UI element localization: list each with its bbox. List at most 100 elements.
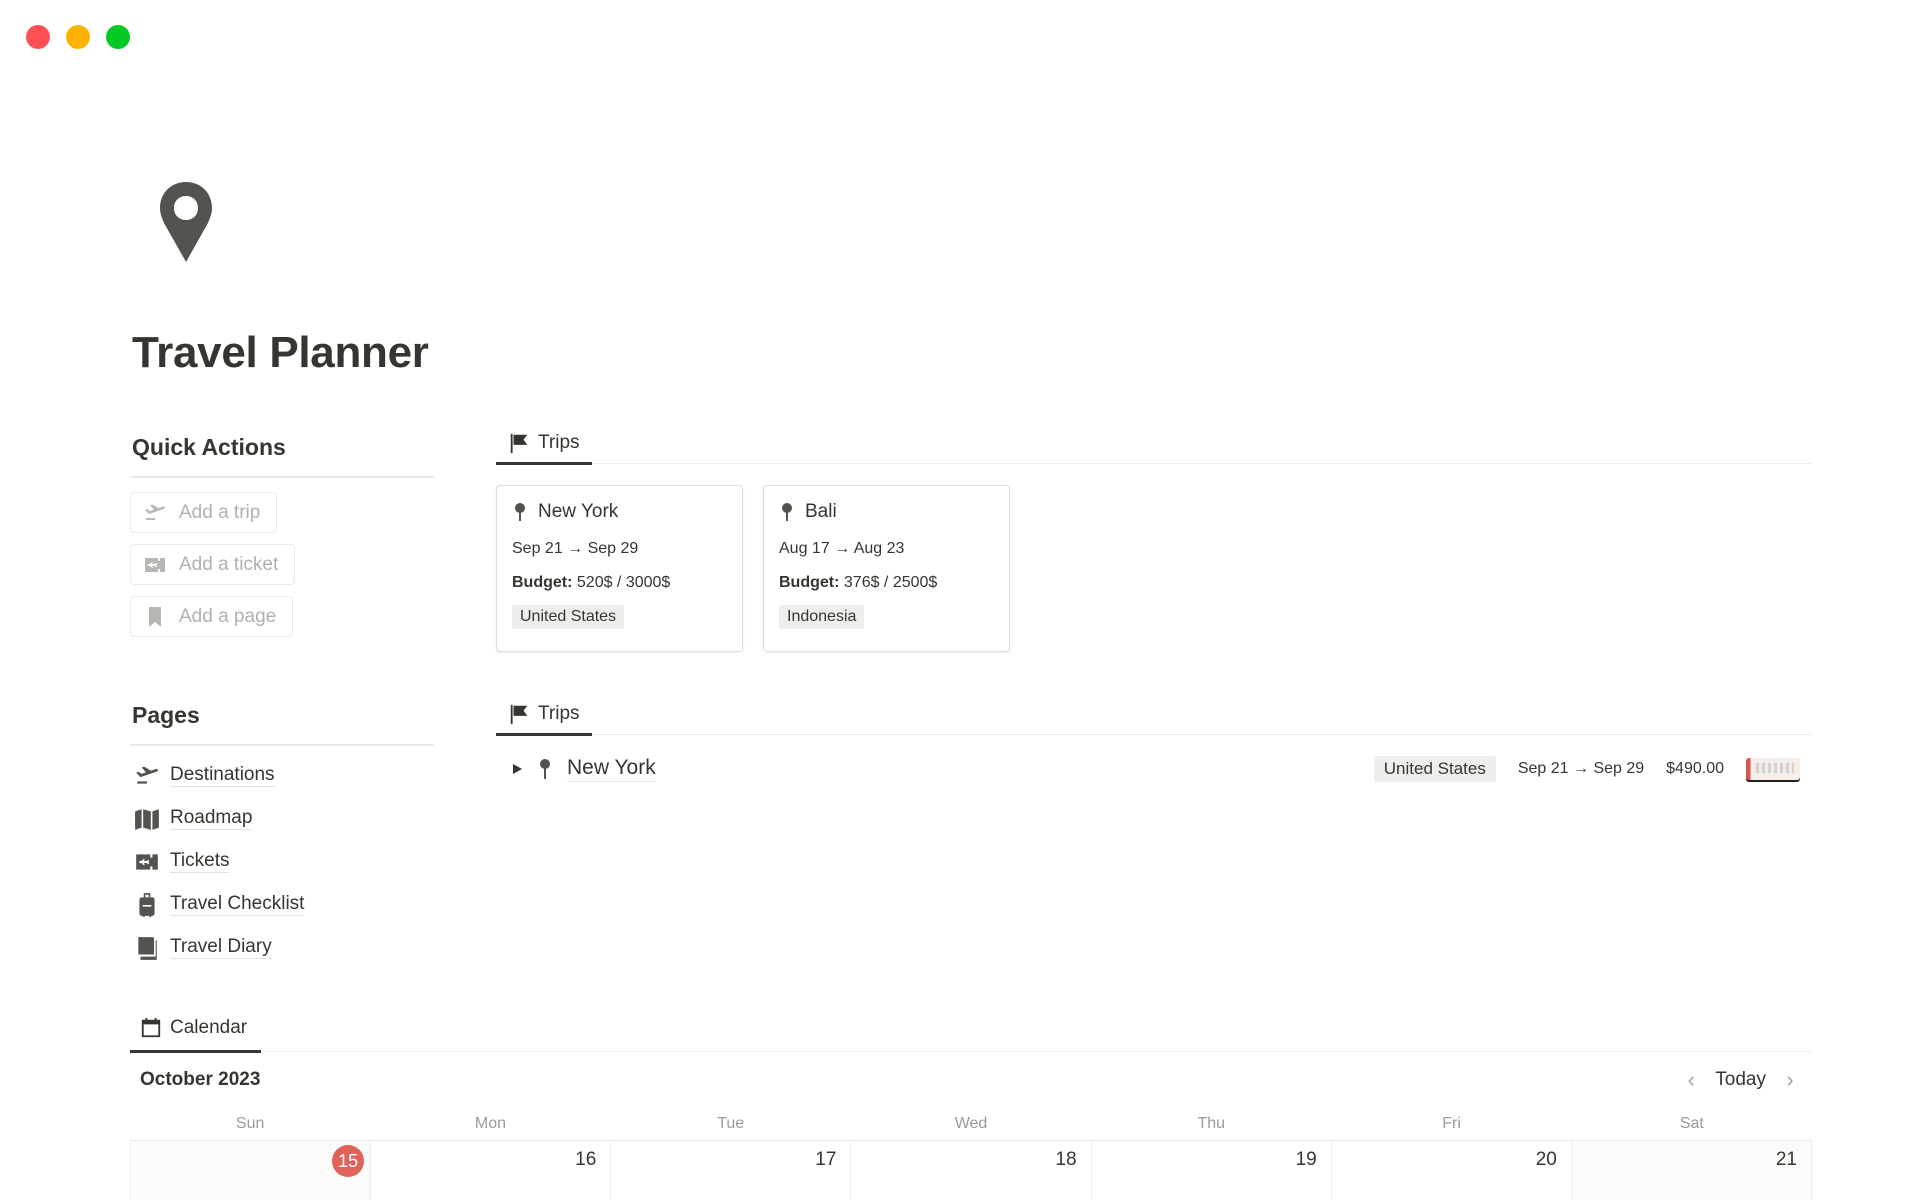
day-name: Sun bbox=[235, 1115, 265, 1132]
luggage-icon bbox=[139, 892, 155, 917]
add-ticket-label: Add a ticket bbox=[179, 553, 279, 575]
card-title-text: Bali bbox=[805, 501, 837, 522]
calendar-day-cell[interactable]: 17 bbox=[611, 1141, 852, 1200]
day-name: Thu bbox=[1197, 1115, 1226, 1132]
add-ticket-button[interactable]: Add a ticket bbox=[130, 544, 296, 585]
day-number: 20 bbox=[1535, 1149, 1557, 1170]
country-tag: United States bbox=[1373, 756, 1496, 782]
calendar-day-cell[interactable]: 19 bbox=[1091, 1141, 1332, 1200]
card-dates: Sep 21 → Sep 29 bbox=[512, 540, 639, 557]
page-link-roadmap[interactable]: Roadmap bbox=[130, 797, 434, 840]
chevron-left-icon[interactable]: ‹ bbox=[1681, 1067, 1701, 1093]
trip-card[interactable]: New York Sep 21 → Sep 29 Budget: 520$ / … bbox=[496, 485, 743, 652]
bookmark-icon bbox=[149, 606, 161, 627]
minimize-window-button[interactable] bbox=[66, 25, 90, 49]
day-number: 16 bbox=[575, 1149, 597, 1170]
calendar-day-cell[interactable]: 18 bbox=[851, 1141, 1092, 1200]
pushpin-icon bbox=[515, 503, 525, 521]
calendar-day-cell[interactable]: 16 bbox=[371, 1141, 612, 1200]
calendar-nav: ‹ Today › bbox=[1681, 1067, 1812, 1093]
calendar-day-names: Sun Mon Tue Wed Thu Fri Sat bbox=[130, 1108, 1812, 1140]
calendar-day-cell[interactable]: 15 bbox=[131, 1141, 372, 1200]
calendar-header: October 2023 ‹ Today › bbox=[130, 1052, 1812, 1108]
day-name: Wed bbox=[954, 1115, 988, 1132]
page-link-label: Travel Checklist bbox=[170, 893, 305, 916]
trip-cards: New York Sep 21 → Sep 29 Budget: 520$ / … bbox=[496, 485, 1812, 652]
budget-label: Budget: bbox=[779, 574, 840, 591]
calendar-icon bbox=[141, 1017, 161, 1038]
flag-icon bbox=[510, 704, 528, 725]
budget-label: Budget: bbox=[512, 574, 573, 591]
budget-value: 376$ / 2500$ bbox=[843, 574, 938, 591]
page-link-travel-checklist[interactable]: Travel Checklist bbox=[130, 883, 434, 926]
page-link-label: Roadmap bbox=[170, 807, 253, 830]
tab-label: Trips bbox=[538, 432, 580, 453]
close-window-button[interactable] bbox=[26, 25, 50, 49]
trip-card[interactable]: Bali Aug 17 → Aug 23 Budget: 376$ / 2500… bbox=[763, 485, 1010, 652]
divider bbox=[130, 744, 434, 746]
ticket-thumbnail bbox=[1746, 758, 1800, 780]
today-button[interactable]: Today bbox=[1715, 1069, 1766, 1091]
page-link-destinations[interactable]: Destinations bbox=[130, 754, 434, 797]
calendar-day-cell[interactable]: 20 bbox=[1331, 1141, 1572, 1200]
add-page-button[interactable]: Add a page bbox=[130, 596, 294, 637]
calendar-day-cell[interactable]: 21 bbox=[1571, 1141, 1812, 1200]
airplane-departure-icon bbox=[136, 766, 159, 784]
day-number: 18 bbox=[1055, 1149, 1077, 1170]
list-item[interactable]: New York United States Sep 21 → Sep 29 $… bbox=[496, 743, 1812, 795]
quick-actions-list: Add a trip Add a ticket Add a page bbox=[130, 492, 434, 648]
ticket-icon bbox=[136, 853, 158, 870]
budget-value: 520$ / 3000$ bbox=[576, 574, 671, 591]
zoom-window-button[interactable] bbox=[106, 25, 130, 49]
day-name: Sat bbox=[1679, 1115, 1704, 1132]
card-budget: Budget: 520$ / 3000$ bbox=[512, 572, 727, 594]
ticket-icon bbox=[145, 557, 165, 572]
page-link-label: Destinations bbox=[170, 764, 275, 787]
pages-heading: Pages bbox=[132, 702, 200, 728]
add-trip-label: Add a trip bbox=[179, 501, 261, 523]
pushpin-icon bbox=[782, 503, 792, 521]
day-name: Tue bbox=[717, 1115, 745, 1132]
card-title: Bali bbox=[779, 498, 994, 526]
day-number: 19 bbox=[1295, 1149, 1317, 1170]
tab-calendar[interactable]: Calendar bbox=[130, 1007, 261, 1053]
airplane-departure-icon bbox=[145, 504, 166, 520]
country-tag: United States bbox=[512, 605, 625, 629]
card-title: New York bbox=[512, 498, 727, 526]
row-title[interactable]: New York bbox=[567, 756, 656, 782]
tab-trips-gallery[interactable]: Trips bbox=[496, 425, 592, 465]
divider bbox=[130, 476, 434, 478]
card-budget: Budget: 376$ / 2500$ bbox=[779, 572, 994, 594]
card-title-text: New York bbox=[538, 501, 619, 522]
map-icon bbox=[135, 808, 159, 830]
expand-toggle-icon[interactable] bbox=[510, 762, 524, 776]
card-dates: Aug 17 → Aug 23 bbox=[779, 540, 905, 557]
calendar-month: October 2023 bbox=[140, 1069, 261, 1090]
tab-label: Trips bbox=[538, 703, 580, 724]
day-name: Fri bbox=[1442, 1115, 1461, 1132]
page-link-travel-diary[interactable]: Travel Diary bbox=[130, 926, 434, 969]
calendar-grid: 15 16 17 18 19 20 21 bbox=[130, 1140, 1812, 1200]
tab-trips-list[interactable]: Trips bbox=[496, 696, 592, 736]
trips-gallery-view: Trips New York Sep 21 → Sep 29 Budget: 5… bbox=[496, 424, 1812, 652]
pushpin-icon bbox=[540, 759, 550, 779]
flag-icon bbox=[510, 433, 528, 454]
add-trip-button[interactable]: Add a trip bbox=[130, 492, 278, 533]
row-properties: United States Sep 21 → Sep 29 $490.00 bbox=[1373, 743, 1800, 795]
page-link-label: Travel Diary bbox=[170, 936, 272, 959]
quick-actions-heading: Quick Actions bbox=[132, 434, 286, 460]
row-cost: $490.00 bbox=[1666, 760, 1724, 777]
chevron-right-icon[interactable]: › bbox=[1780, 1067, 1800, 1093]
pages-section: Pages Destinations Roadmap Tickets Trave… bbox=[130, 698, 434, 969]
map-pin-icon[interactable] bbox=[158, 180, 214, 264]
add-page-label: Add a page bbox=[179, 605, 277, 627]
page-link-label: Tickets bbox=[170, 850, 230, 873]
book-icon bbox=[138, 936, 157, 960]
today-date-badge: 15 bbox=[332, 1145, 365, 1177]
view-tab-bar: Trips bbox=[496, 695, 1812, 736]
tab-label: Calendar bbox=[170, 1017, 248, 1038]
row-dates: Sep 21 → Sep 29 bbox=[1517, 760, 1645, 777]
day-name: Mon bbox=[474, 1115, 506, 1132]
page-link-tickets[interactable]: Tickets bbox=[130, 840, 434, 883]
country-tag: Indonesia bbox=[779, 605, 865, 629]
